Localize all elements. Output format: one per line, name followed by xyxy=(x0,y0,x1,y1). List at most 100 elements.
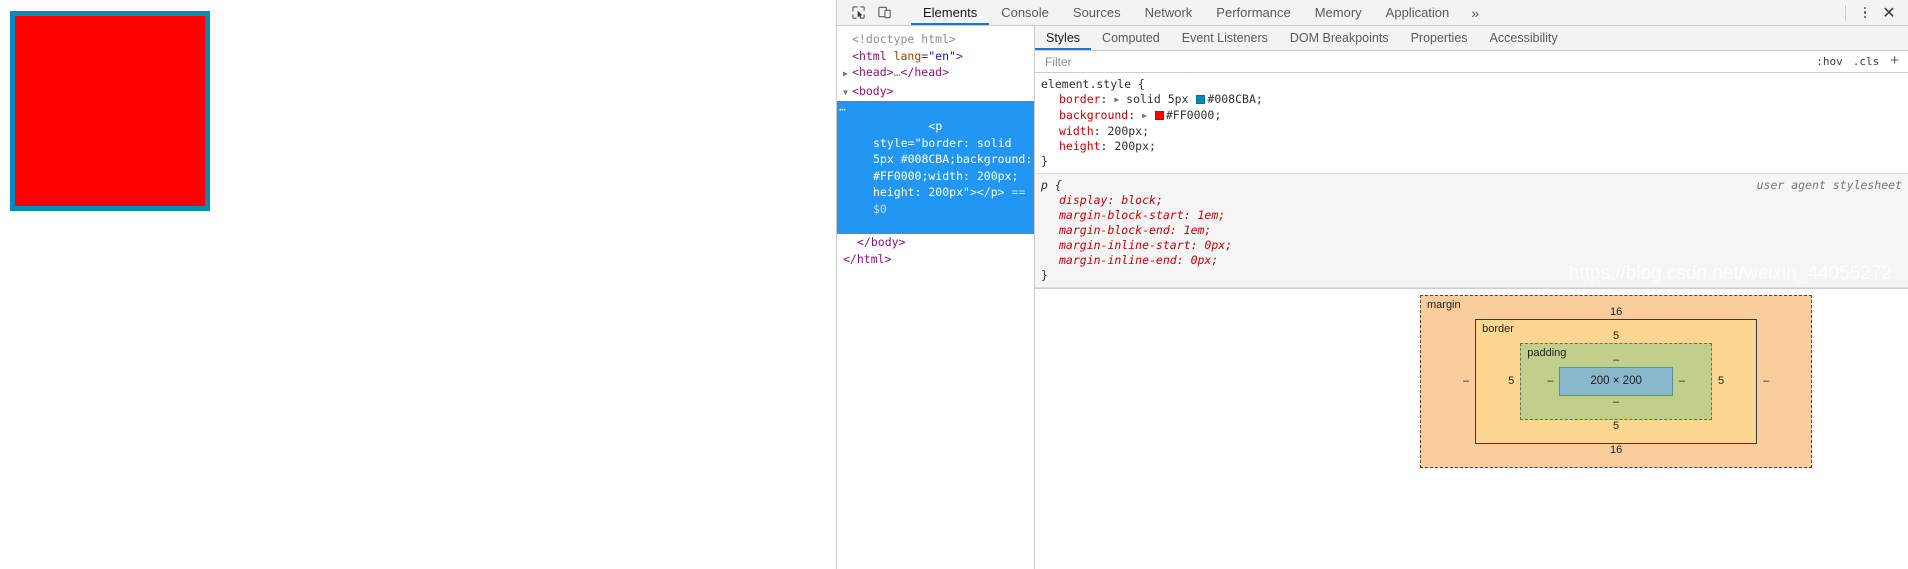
tab-event-listeners-label: Event Listeners xyxy=(1181,31,1268,45)
tab-dom-breakpoints[interactable]: DOM Breakpoints xyxy=(1279,26,1400,50)
tab-styles[interactable]: Styles xyxy=(1035,26,1092,50)
margin-top-value[interactable]: 16 xyxy=(1457,306,1775,319)
close-glyph: ✕ xyxy=(1882,4,1896,22)
filter-input[interactable] xyxy=(1043,53,1812,70)
tab-styles-label: Styles xyxy=(1046,31,1081,45)
tab-properties-label: Properties xyxy=(1410,31,1468,45)
tab-dom-breakpoints-label: DOM Breakpoints xyxy=(1289,31,1389,45)
padding-right-value[interactable]: – xyxy=(1673,374,1691,389)
device-toolbar-icon[interactable] xyxy=(871,1,897,25)
declaration-display[interactable]: display: block; xyxy=(1041,193,1902,208)
border-bottom-value[interactable]: 5 xyxy=(1502,420,1730,433)
tab-network[interactable]: Network xyxy=(1133,0,1205,25)
rule-source-label: user agent stylesheet xyxy=(1756,178,1902,192)
declaration-height[interactable]: height: 200px; xyxy=(1041,139,1902,154)
styles-filter-bar: :hov .cls + xyxy=(1035,51,1908,73)
box-model-content-size[interactable]: 200 × 200 xyxy=(1559,367,1673,396)
box-model-margin-row: – border 5 5 padding – – 200 × 200 – – 5… xyxy=(1457,319,1775,444)
box-model-border-layer[interactable]: border 5 5 padding – – 200 × 200 – – 5 5 xyxy=(1475,319,1758,444)
dom-line-selected-p[interactable]: ⋯ <p style="border: solid 5px #008CBA;bac… xyxy=(837,101,1034,235)
declaration-margin-block-end[interactable]: margin-block-end: 1em; xyxy=(1041,223,1902,238)
dom-tree-pane[interactable]: <!doctype html> <html lang="en"> ▶ <head>… xyxy=(837,26,1035,569)
box-model-padding-row: – 200 × 200 – xyxy=(1541,367,1691,396)
tab-memory[interactable]: Memory xyxy=(1303,0,1374,25)
declaration-margin-block-start[interactable]: margin-block-start: 1em; xyxy=(1041,208,1902,223)
tab-elements[interactable]: Elements xyxy=(911,0,990,25)
declaration-value: 1em; xyxy=(1197,208,1226,222)
padding-left-value[interactable]: – xyxy=(1541,374,1559,389)
main-tab-strip: Elements Console Sources Network Perform… xyxy=(911,0,1837,25)
new-style-rule-button[interactable]: + xyxy=(1884,53,1904,70)
rule-close-brace-text: } xyxy=(1041,154,1048,168)
box-model-margin-layer[interactable]: margin 16 – border 5 5 padding – – 200 ×… xyxy=(1420,295,1813,468)
dom-line-html[interactable]: <html lang="en"> xyxy=(837,48,1034,65)
box-model-margin-label: margin xyxy=(1427,299,1461,311)
declaration-value: 200px; xyxy=(1107,124,1150,138)
tab-accessibility[interactable]: Accessibility xyxy=(1479,26,1569,50)
collapse-arrow-icon[interactable]: ▼ xyxy=(843,85,852,102)
margin-bottom-value[interactable]: 16 xyxy=(1457,444,1775,457)
dom-line-head[interactable]: ▶ <head>…</head> xyxy=(837,64,1034,83)
tab-computed[interactable]: Computed xyxy=(1091,26,1171,50)
declaration-property: margin-inline-end xyxy=(1059,253,1177,267)
tab-properties[interactable]: Properties xyxy=(1400,26,1479,50)
tab-performance-label: Performance xyxy=(1216,5,1291,20)
devtools-toolbar: Elements Console Sources Network Perform… xyxy=(837,0,1908,26)
tab-event-listeners[interactable]: Event Listeners xyxy=(1171,26,1279,50)
toolbar-right-divider xyxy=(1845,4,1846,21)
dom-line-html-close[interactable]: </html> xyxy=(837,251,1034,268)
dom-node-ellipsis-badge[interactable]: ⋯ xyxy=(839,102,847,119)
devtools-panel: Elements Console Sources Network Perform… xyxy=(836,0,1908,569)
tab-memory-label: Memory xyxy=(1314,5,1362,20)
dom-doctype-text: <!doctype html> xyxy=(852,32,956,46)
rule-close-brace: } xyxy=(1041,154,1902,169)
tab-performance[interactable]: Performance xyxy=(1204,0,1302,25)
padding-bottom-value[interactable]: – xyxy=(1541,396,1691,409)
color-swatch-background-icon[interactable] xyxy=(1154,111,1164,120)
more-tabs-label: » xyxy=(1471,4,1480,21)
declaration-margin-inline-end[interactable]: margin-inline-end: 0px; xyxy=(1041,253,1902,268)
styles-tab-strip: Styles Computed Event Listeners DOM Brea… xyxy=(1035,26,1908,51)
tab-sources-label: Sources xyxy=(1072,5,1121,20)
border-right-value[interactable]: 5 xyxy=(1712,374,1730,389)
declaration-border[interactable]: border: ▶ solid 5px #008CBA; xyxy=(1041,92,1902,108)
dom-line-body-close[interactable]: </body> xyxy=(837,234,1034,251)
declaration-value: block; xyxy=(1121,193,1163,207)
more-options-icon[interactable] xyxy=(1854,2,1876,24)
more-tabs-chevron-icon[interactable]: » xyxy=(1461,0,1489,25)
hov-toggle-button[interactable]: :hov xyxy=(1811,55,1848,68)
color-swatch-border-icon[interactable] xyxy=(1196,95,1206,104)
declaration-property: height xyxy=(1059,139,1101,153)
declaration-property: margin-block-start xyxy=(1059,208,1184,222)
dom-line-doctype[interactable]: <!doctype html> xyxy=(837,31,1034,48)
margin-left-value[interactable]: – xyxy=(1457,374,1475,389)
close-icon[interactable]: ✕ xyxy=(1876,2,1902,24)
expand-shorthand-icon[interactable]: ▶ xyxy=(1114,92,1119,107)
tab-console[interactable]: Console xyxy=(989,0,1061,25)
dom-line-body-open[interactable]: ▼ <body> xyxy=(837,83,1034,102)
box-model-padding-layer[interactable]: padding – – 200 × 200 – – xyxy=(1520,343,1712,420)
inspect-element-icon[interactable] xyxy=(845,1,871,25)
declaration-background[interactable]: background: ▶ #FF0000; xyxy=(1041,108,1902,124)
border-top-value[interactable]: 5 xyxy=(1502,330,1730,343)
expand-arrow-icon[interactable]: ▶ xyxy=(843,66,852,83)
declaration-value: 1em; xyxy=(1183,223,1212,237)
toolbar-right-group: ✕ xyxy=(1837,0,1908,25)
cls-toggle-button[interactable]: .cls xyxy=(1848,55,1885,68)
declaration-margin-inline-start[interactable]: margin-inline-start: 0px; xyxy=(1041,238,1902,253)
tab-application[interactable]: Application xyxy=(1374,0,1462,25)
box-model-area: margin 16 – border 5 5 padding – – 200 ×… xyxy=(1035,264,1908,468)
box-model-border-label: border xyxy=(1482,323,1514,335)
margin-right-value[interactable]: – xyxy=(1757,374,1775,389)
styles-rules-list: element.style { border: ▶ solid 5px #008… xyxy=(1035,73,1908,569)
declaration-value: 0px; xyxy=(1190,253,1219,267)
tab-sources[interactable]: Sources xyxy=(1061,0,1133,25)
rendered-red-box xyxy=(10,11,210,211)
rule-selector[interactable]: element.style { xyxy=(1041,77,1902,92)
expand-shorthand-icon[interactable]: ▶ xyxy=(1142,108,1147,123)
tab-computed-label: Computed xyxy=(1102,31,1160,45)
tab-network-label: Network xyxy=(1144,5,1193,20)
border-left-value[interactable]: 5 xyxy=(1502,374,1520,389)
declaration-width[interactable]: width: 200px; xyxy=(1041,124,1902,139)
rule-selector-text: p { xyxy=(1041,178,1062,192)
